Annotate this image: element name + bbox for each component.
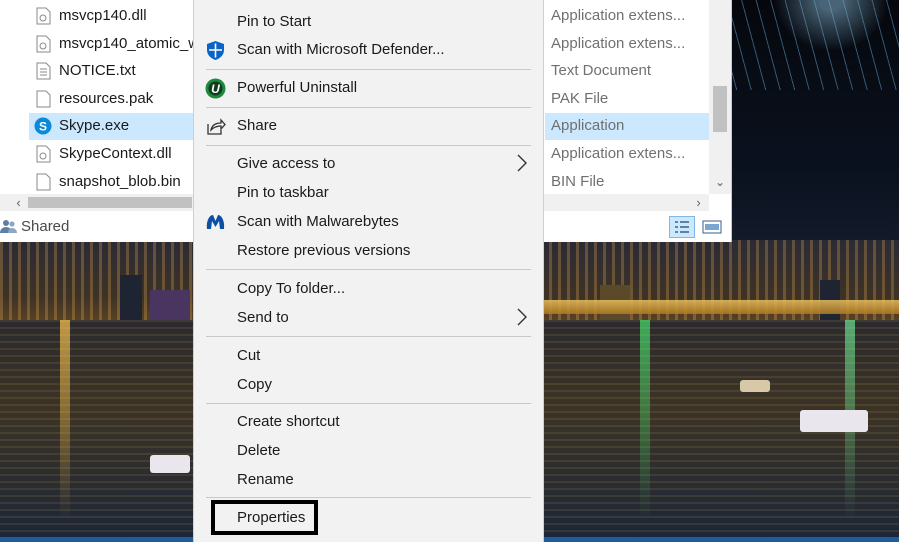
- menu-separator: [206, 497, 531, 498]
- file-name: snapshot_blob.bin: [59, 173, 181, 190]
- defender-shield-icon: [207, 41, 224, 60]
- menu-item-label: Share: [237, 117, 278, 134]
- menu-item-create-shortcut[interactable]: Create shortcut: [194, 408, 543, 436]
- skype-icon: S: [34, 117, 52, 135]
- file-type: Application extens...: [551, 145, 686, 162]
- file-name: NOTICE.txt: [59, 62, 136, 79]
- menu-item-label: Pin to taskbar: [237, 184, 329, 201]
- file-name: SkypeContext.dll: [59, 145, 172, 162]
- menu-item-label: Restore previous versions: [237, 242, 411, 259]
- menu-item-label: Scan with Microsoft Defender...: [237, 41, 445, 58]
- menu-item-powerful-uninstall[interactable]: U Powerful Uninstall: [194, 74, 543, 102]
- menu-item-label: Create shortcut: [237, 413, 340, 430]
- menu-separator: [206, 336, 531, 337]
- menu-separator: [206, 403, 531, 404]
- svg-text:S: S: [39, 120, 47, 134]
- menu-item-label: Powerful Uninstall: [237, 79, 358, 96]
- file-name: Skype.exe: [59, 117, 130, 134]
- menu-item-delete[interactable]: Delete: [194, 437, 543, 465]
- menu-item-label: Pin to Start: [237, 13, 312, 30]
- file-name: resources.pak: [59, 90, 154, 107]
- svg-text:U: U: [211, 82, 220, 96]
- menu-item-share[interactable]: Share: [194, 112, 543, 140]
- wallpaper-boat: [800, 410, 868, 432]
- wallpaper-fireworks: [730, 0, 899, 90]
- menu-item-cut[interactable]: Cut: [194, 342, 543, 370]
- menu-item-label: Delete: [237, 442, 281, 459]
- file-type: Application: [551, 117, 625, 134]
- details-view-icon: [675, 221, 689, 233]
- menu-item-restore-previous-versions[interactable]: Restore previous versions: [194, 237, 543, 265]
- chevron-right-icon: [517, 154, 527, 172]
- menu-separator: [206, 269, 531, 270]
- menu-item-label: Copy To folder...: [237, 280, 346, 297]
- uninstall-icon: U: [205, 78, 226, 99]
- dll-file-icon: [36, 145, 51, 163]
- blank-file-icon: [36, 90, 51, 108]
- file-type: BIN File: [551, 173, 605, 190]
- menu-separator: [206, 107, 531, 108]
- file-name: msvcp140.dll: [59, 7, 147, 24]
- menu-separator: [206, 69, 531, 70]
- blank-file-icon: [36, 173, 51, 191]
- menu-item-label: Copy: [237, 376, 273, 393]
- menu-item-pin-to-start[interactable]: Pin to Start: [194, 8, 543, 36]
- chevron-right-icon: [517, 308, 527, 326]
- menu-item-label: Send to: [237, 309, 289, 326]
- vertical-scrollbar[interactable]: ⌄: [709, 0, 731, 194]
- menu-item-copy-to-folder[interactable]: Copy To folder...: [194, 275, 543, 303]
- vertical-scrollbar-thumb[interactable]: [713, 86, 727, 132]
- file-type: PAK File: [551, 90, 609, 107]
- menu-item-copy[interactable]: Copy: [194, 371, 543, 399]
- file-type: Application extens...: [551, 7, 686, 24]
- wallpaper-boat: [150, 455, 190, 473]
- dll-file-icon: [36, 35, 51, 53]
- large-icons-view-icon: [702, 220, 722, 234]
- scroll-right-icon[interactable]: ›: [690, 194, 707, 211]
- menu-item-send-to[interactable]: Send to: [194, 304, 543, 332]
- menu-item-label: Cut: [237, 347, 261, 364]
- menu-separator: [206, 145, 531, 146]
- large-icons-view-button[interactable]: [701, 216, 723, 238]
- menu-item-scan-malwarebytes[interactable]: Scan with Malwarebytes: [194, 208, 543, 236]
- scroll-down-icon[interactable]: ⌄: [709, 172, 731, 192]
- details-view-button[interactable]: [669, 216, 695, 238]
- file-type: Application extens...: [551, 35, 686, 52]
- text-file-icon: [36, 62, 51, 80]
- menu-item-label: Rename: [237, 471, 294, 488]
- file-name: msvcp140_atomic_w: [59, 35, 200, 52]
- dll-file-icon: [36, 7, 51, 25]
- menu-item-give-access-to[interactable]: Give access to: [194, 150, 543, 178]
- menu-item-rename[interactable]: Rename: [194, 466, 543, 494]
- wallpaper-bridge: [540, 300, 899, 314]
- context-menu: Pin to Start Scan with Microsoft Defende…: [193, 0, 544, 542]
- shared-users-icon: [0, 220, 17, 233]
- properties-highlight-box: [211, 500, 318, 535]
- menu-item-label: Scan with Malwarebytes: [237, 213, 399, 230]
- wallpaper-light-reflection: [60, 320, 70, 520]
- menu-item-label: Give access to: [237, 155, 336, 172]
- horizontal-scrollbar-thumb[interactable]: [28, 197, 192, 208]
- malwarebytes-icon: [206, 215, 225, 229]
- menu-item-pin-to-taskbar[interactable]: Pin to taskbar: [194, 179, 543, 207]
- scroll-left-icon[interactable]: ‹: [10, 194, 27, 211]
- share-icon: [207, 118, 226, 135]
- wallpaper-boat: [740, 380, 770, 392]
- wallpaper-light-reflection: [640, 320, 650, 520]
- menu-item-scan-defender[interactable]: Scan with Microsoft Defender...: [194, 36, 543, 64]
- file-type: Text Document: [551, 62, 652, 79]
- shared-status-label: Shared: [21, 218, 70, 235]
